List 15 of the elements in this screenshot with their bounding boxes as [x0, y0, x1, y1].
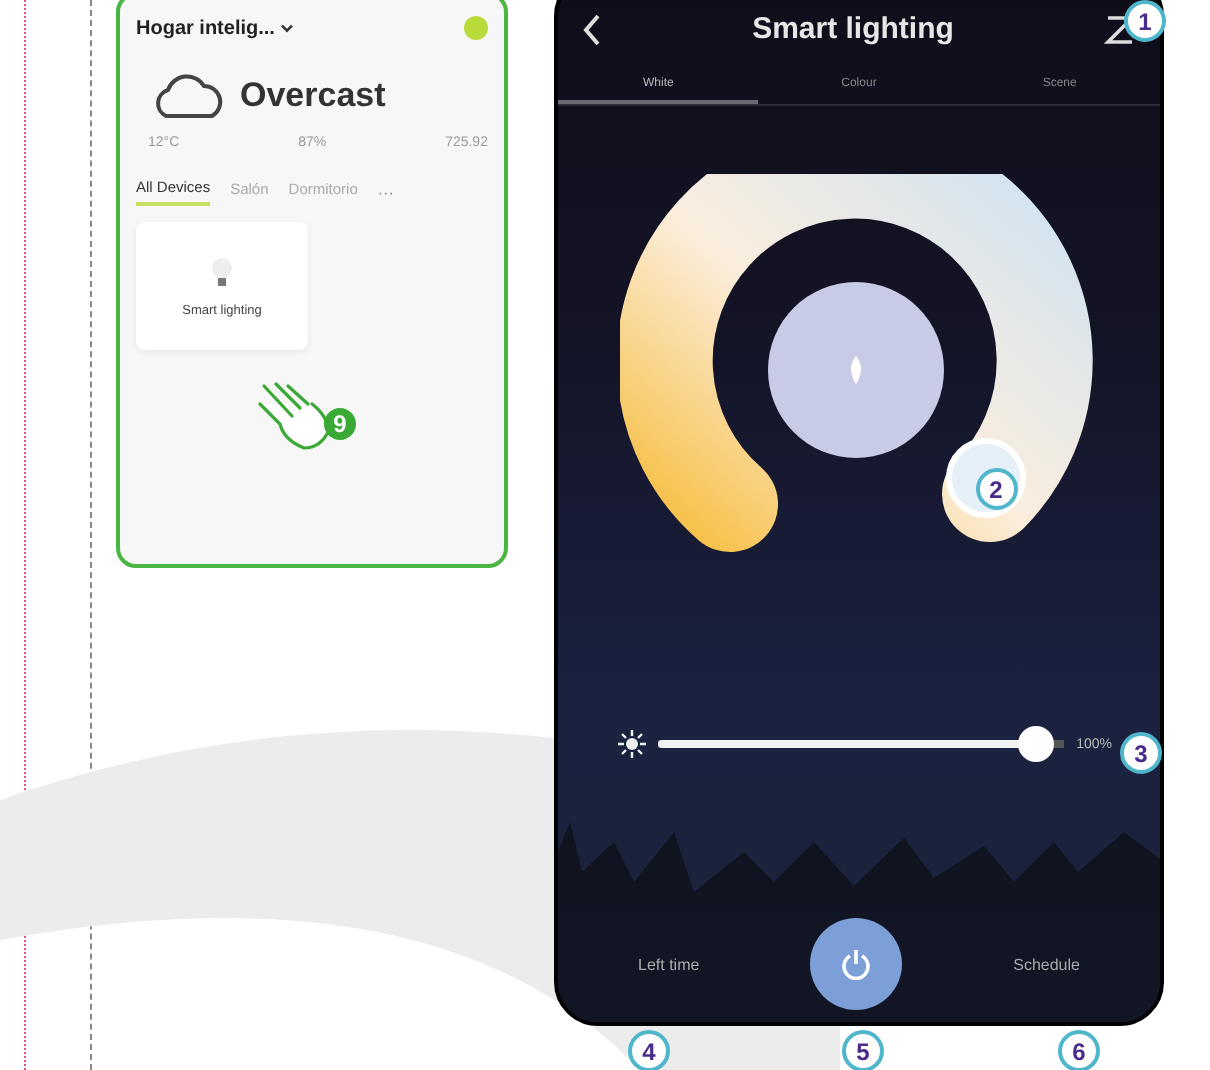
back-icon[interactable] — [582, 13, 602, 45]
slider-thumb[interactable] — [1017, 726, 1054, 762]
screen-title: Smart lighting — [752, 12, 954, 46]
step-number-badge: 6 — [1058, 1030, 1100, 1070]
brightness-icon — [618, 730, 646, 758]
power-icon — [840, 948, 873, 980]
step-number-badge: 9 — [324, 408, 356, 440]
power-button[interactable] — [810, 918, 903, 1010]
edit-icon[interactable] — [1104, 13, 1136, 45]
dropdown-caret-icon[interactable] — [280, 23, 295, 33]
home-name[interactable]: Hogar intelig... — [136, 17, 275, 39]
schedule-label[interactable]: Schedule — [1013, 955, 1080, 973]
step-number-badge: 5 — [842, 1030, 884, 1070]
timer-label[interactable]: Left time — [638, 955, 700, 973]
weather-condition: Overcast — [240, 76, 386, 116]
